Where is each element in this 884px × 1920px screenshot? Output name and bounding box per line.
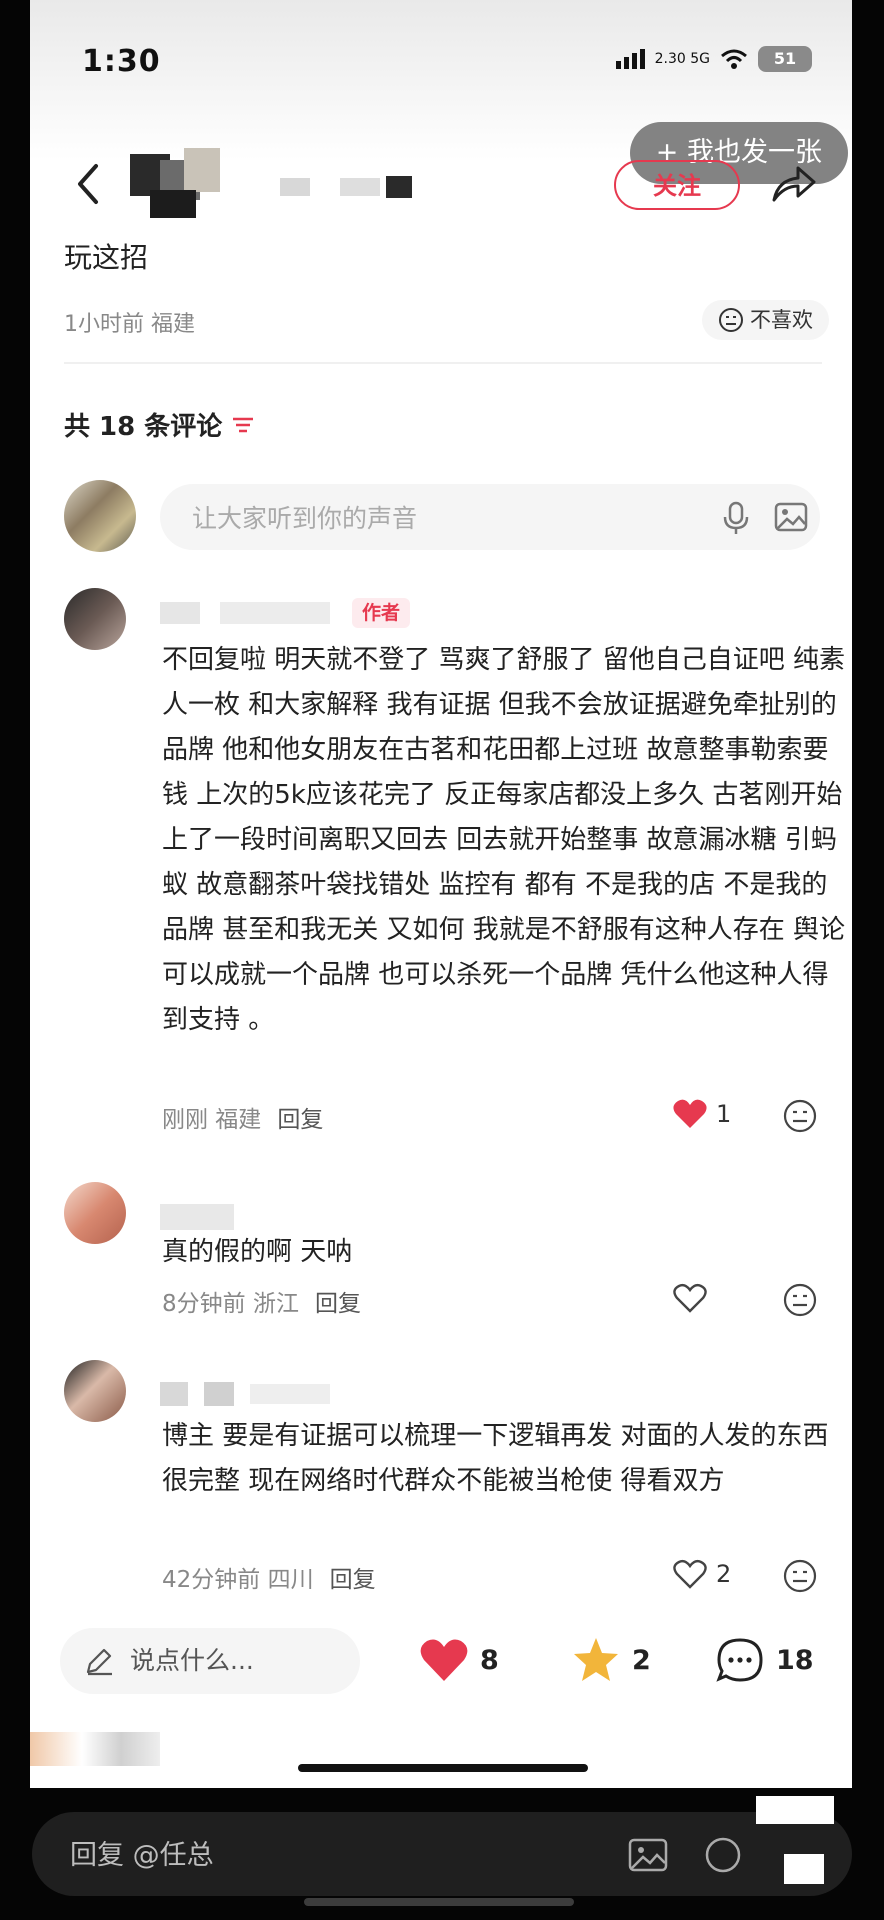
status-time: 1:30 — [82, 44, 161, 79]
username-blurred[interactable] — [160, 1382, 360, 1412]
post-meta: 1小时前 福建 — [64, 312, 195, 337]
comment-meta: 刚刚 福建 回复 — [162, 1107, 324, 1133]
wifi-icon — [721, 49, 747, 69]
author-info-blurred[interactable] — [130, 148, 430, 220]
comment-text: 不回复啦 明天就不登了 骂爽了舒服了 留他自己自证吧 纯素人一枚 和大家解释 我… — [162, 645, 846, 1035]
comment-text: 真的假的啊 天呐 — [162, 1237, 353, 1267]
collect-button[interactable]: 2 — [570, 1636, 651, 1684]
dislike-icon[interactable] — [782, 1098, 818, 1134]
comment-meta: 42分钟前 四川 回复 — [162, 1567, 376, 1593]
heart-outline-icon — [673, 1559, 707, 1589]
comment-button[interactable]: 18 — [714, 1636, 814, 1684]
overlay-avatar-blurred — [30, 1732, 160, 1766]
emoji-icon[interactable] — [704, 1836, 742, 1874]
mic-icon[interactable] — [720, 501, 752, 535]
image-icon[interactable] — [628, 1838, 668, 1872]
reply-button[interactable]: 回复 — [330, 1567, 376, 1593]
meh-face-icon — [719, 308, 743, 332]
blurred-overlay — [756, 1796, 834, 1824]
comment-text: 博主 要是有证据可以梳理一下逻辑再发 对面的人发的东西很完整 现在网络时代群众不… — [162, 1421, 829, 1496]
follow-button[interactable]: 关注 — [614, 160, 740, 210]
star-icon — [574, 1638, 618, 1681]
dislike-button[interactable]: 不喜欢 — [702, 300, 829, 340]
home-indicator — [304, 1898, 574, 1906]
say-something-label: 说点什么... — [130, 1646, 254, 1675]
post-like-button[interactable]: 8 — [418, 1636, 499, 1684]
network-label: 2.30 5G — [654, 51, 710, 67]
post-text: 玩这招 — [64, 241, 149, 274]
collect-count: 2 — [632, 1644, 651, 1676]
app-screen: 1:30 2.30 5G 51 + 我也发一张 关注 玩这招 1小时前 福建 不… — [30, 0, 852, 1788]
comments-header: 共 18 条评论 — [64, 406, 254, 443]
comment-bubble-icon — [716, 1638, 763, 1682]
image-icon[interactable] — [774, 502, 808, 532]
like-count: 1 — [716, 1100, 732, 1128]
like-count: 2 — [716, 1560, 732, 1588]
comment-input-box[interactable] — [160, 484, 820, 552]
comment-input[interactable] — [190, 484, 654, 552]
back-icon[interactable] — [70, 160, 106, 208]
reply-button[interactable]: 回复 — [277, 1107, 323, 1133]
like-button[interactable] — [672, 1282, 716, 1314]
heart-outline-icon — [673, 1283, 707, 1313]
blurred-overlay — [784, 1854, 824, 1884]
post-like-count: 8 — [480, 1644, 499, 1676]
heart-filled-icon — [420, 1639, 468, 1681]
avatar[interactable] — [64, 588, 126, 650]
say-something-input[interactable]: 说点什么... — [60, 1628, 360, 1694]
dislike-label: 不喜欢 — [750, 308, 813, 332]
pencil-icon — [86, 1648, 112, 1676]
like-button[interactable]: 2 — [672, 1558, 731, 1590]
avatar — [64, 480, 136, 552]
avatar[interactable] — [64, 1360, 126, 1422]
like-button[interactable]: 1 — [672, 1098, 731, 1130]
overlay-question-text: ???? — [178, 1728, 261, 1756]
sort-icon[interactable] — [232, 416, 254, 434]
battery-indicator: 51 — [758, 46, 812, 72]
comment-count: 18 — [776, 1644, 814, 1676]
author-tag: 作者 — [352, 598, 411, 628]
signal-icon — [615, 49, 645, 69]
username-blurred[interactable] — [160, 596, 340, 626]
dislike-icon[interactable] — [782, 1558, 818, 1594]
reply-bar[interactable] — [32, 1796, 852, 1898]
share-icon[interactable] — [770, 162, 818, 204]
dislike-icon[interactable] — [782, 1282, 818, 1318]
reply-button[interactable]: 回复 — [315, 1291, 361, 1317]
comment-meta: 8分钟前 浙江 回复 — [162, 1291, 361, 1317]
heart-filled-icon — [673, 1099, 707, 1128]
avatar[interactable] — [64, 1182, 126, 1244]
reply-input[interactable] — [68, 1812, 572, 1898]
status-bar-right: 2.30 5G 51 — [615, 46, 812, 72]
divider — [64, 362, 822, 364]
bottom-action-bar: 说点什么... 8 2 18 — [30, 1606, 852, 1716]
comment-count-label: 共 18 条评论 — [64, 412, 223, 442]
home-indicator — [298, 1764, 588, 1772]
